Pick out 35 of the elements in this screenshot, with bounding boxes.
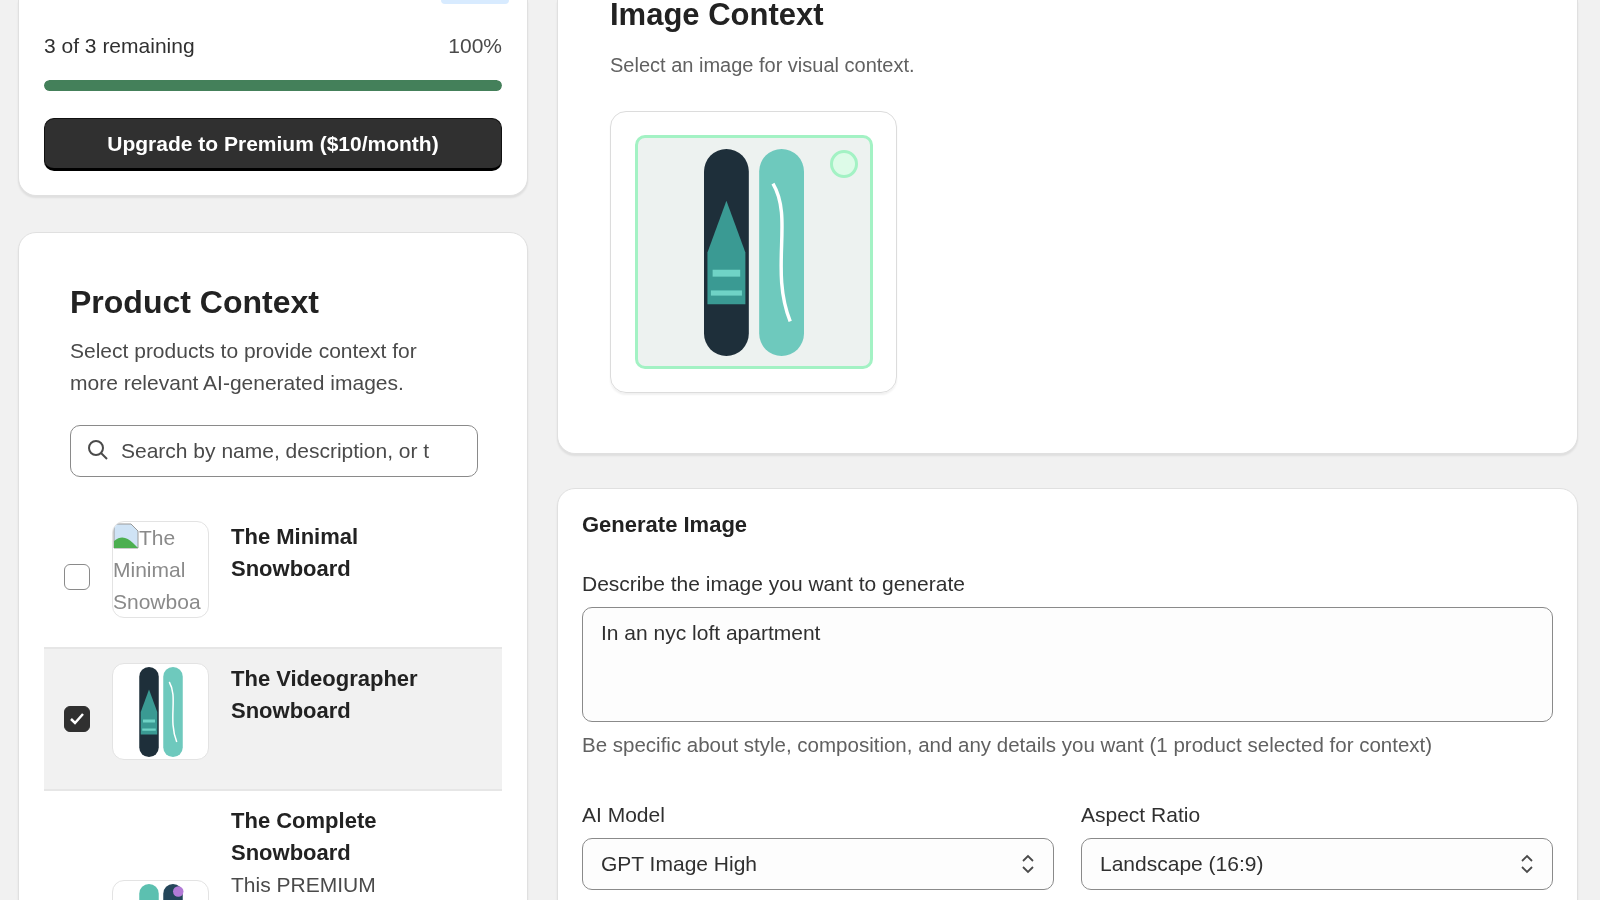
product-row[interactable]: The Videographer Snowboard (44, 649, 502, 791)
product-row[interactable]: The Minimal Snowboa The Minimal Snowboard (44, 507, 502, 649)
status-badge (441, 0, 509, 4)
help-text: Be specific about style, composition, and any details you want (1 product selected for context) (582, 732, 1434, 758)
field-label: Describe the image you want to generate (582, 571, 966, 597)
search-field[interactable]: Search by name, description, or t (70, 425, 478, 477)
remaining-count: 3 of 3 remaining (44, 34, 195, 58)
field-label: Aspect Ratio (1081, 802, 1202, 828)
checkbox[interactable] (64, 706, 90, 732)
check-icon (69, 712, 85, 726)
search-icon (87, 439, 109, 461)
field-label: AI Model (582, 802, 666, 828)
checkbox[interactable] (64, 564, 90, 590)
product-row[interactable]: The Complete Snowboard This PREMIUM (44, 791, 502, 900)
chevron-up-down-icon (1021, 853, 1035, 875)
product-name: The Complete Snowboard (231, 807, 378, 867)
product-description: This PREMIUM (231, 872, 377, 898)
chevron-up-down-icon (1520, 853, 1534, 875)
select-field[interactable]: Landscape (16:9) (1081, 838, 1553, 890)
section-title: Image Context (610, 0, 825, 34)
selection-indicator (829, 150, 858, 178)
prompt-field[interactable]: In an nyc loft apartment (582, 607, 1553, 722)
section-description: Select products to provide context for more relevant AI-generated images. (70, 338, 418, 396)
section-description: Select an image for visual context. (610, 53, 916, 78)
image-option[interactable] (634, 135, 873, 369)
broken-image: The Minimal Snowboa (112, 521, 209, 618)
section-title: Generate Image (582, 511, 749, 539)
select-field[interactable]: GPT Image High (582, 838, 1054, 890)
product-name: The Minimal Snowboard (231, 523, 360, 583)
image-tile[interactable] (610, 111, 897, 393)
upgrade-button[interactable]: Upgrade to Premium ($10/month) (44, 118, 502, 171)
section-title: Product Context (70, 283, 320, 321)
usage-percent: 100% (448, 34, 502, 58)
product-name: The Videographer Snowboard (231, 665, 419, 725)
broken-image-icon (113, 523, 139, 549)
